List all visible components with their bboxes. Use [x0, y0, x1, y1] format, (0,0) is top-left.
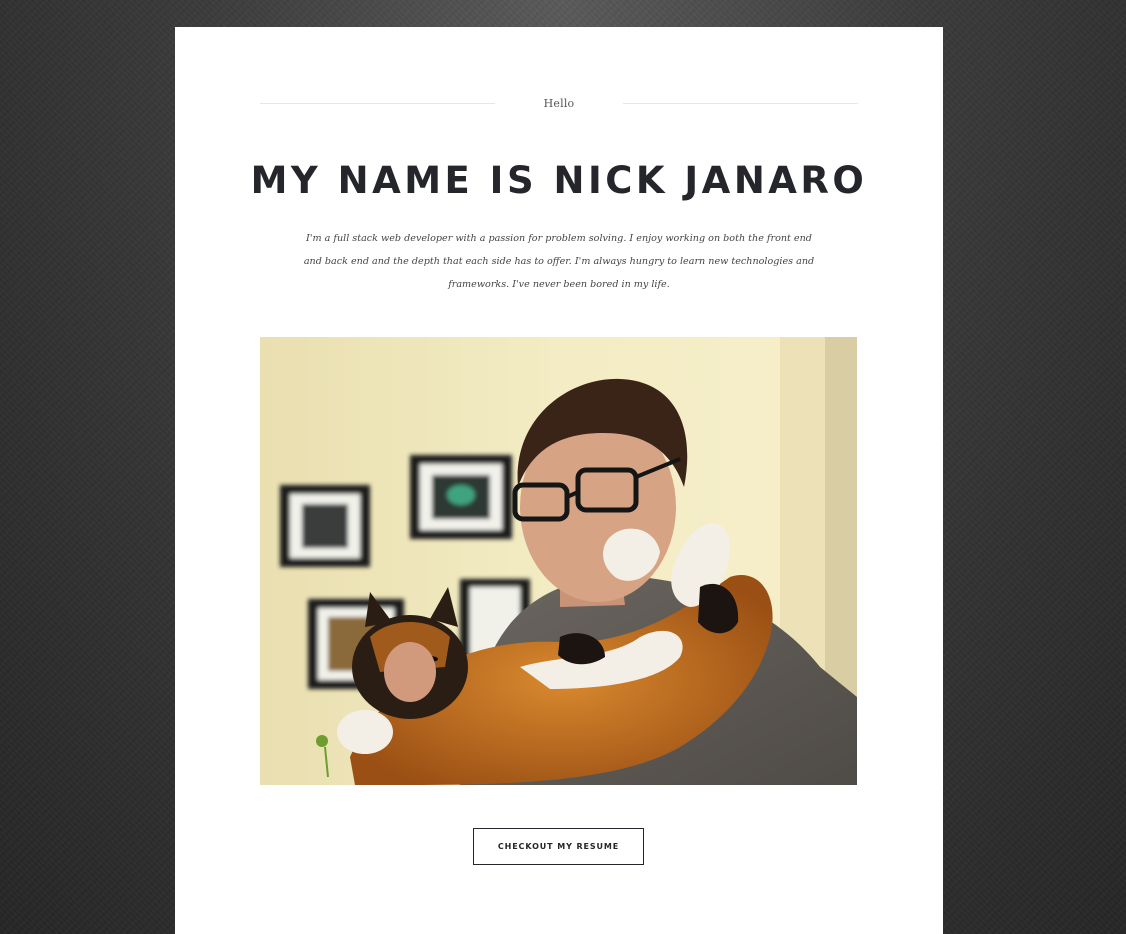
page-title: MY NAME IS NICK JANARO: [250, 159, 868, 202]
divider-right: [622, 102, 858, 104]
eyebrow-header: Hello: [260, 95, 858, 111]
intro-paragraph: I'm a full stack web developer with a pa…: [303, 233, 815, 290]
resume-button[interactable]: CHECKOUT MY RESUME: [473, 828, 644, 865]
divider-left: [260, 102, 495, 104]
profile-photo: [260, 337, 857, 785]
eyebrow-label: Hello: [543, 96, 575, 110]
content-card: Hello MY NAME IS NICK JANARO I'm a full …: [175, 27, 943, 934]
